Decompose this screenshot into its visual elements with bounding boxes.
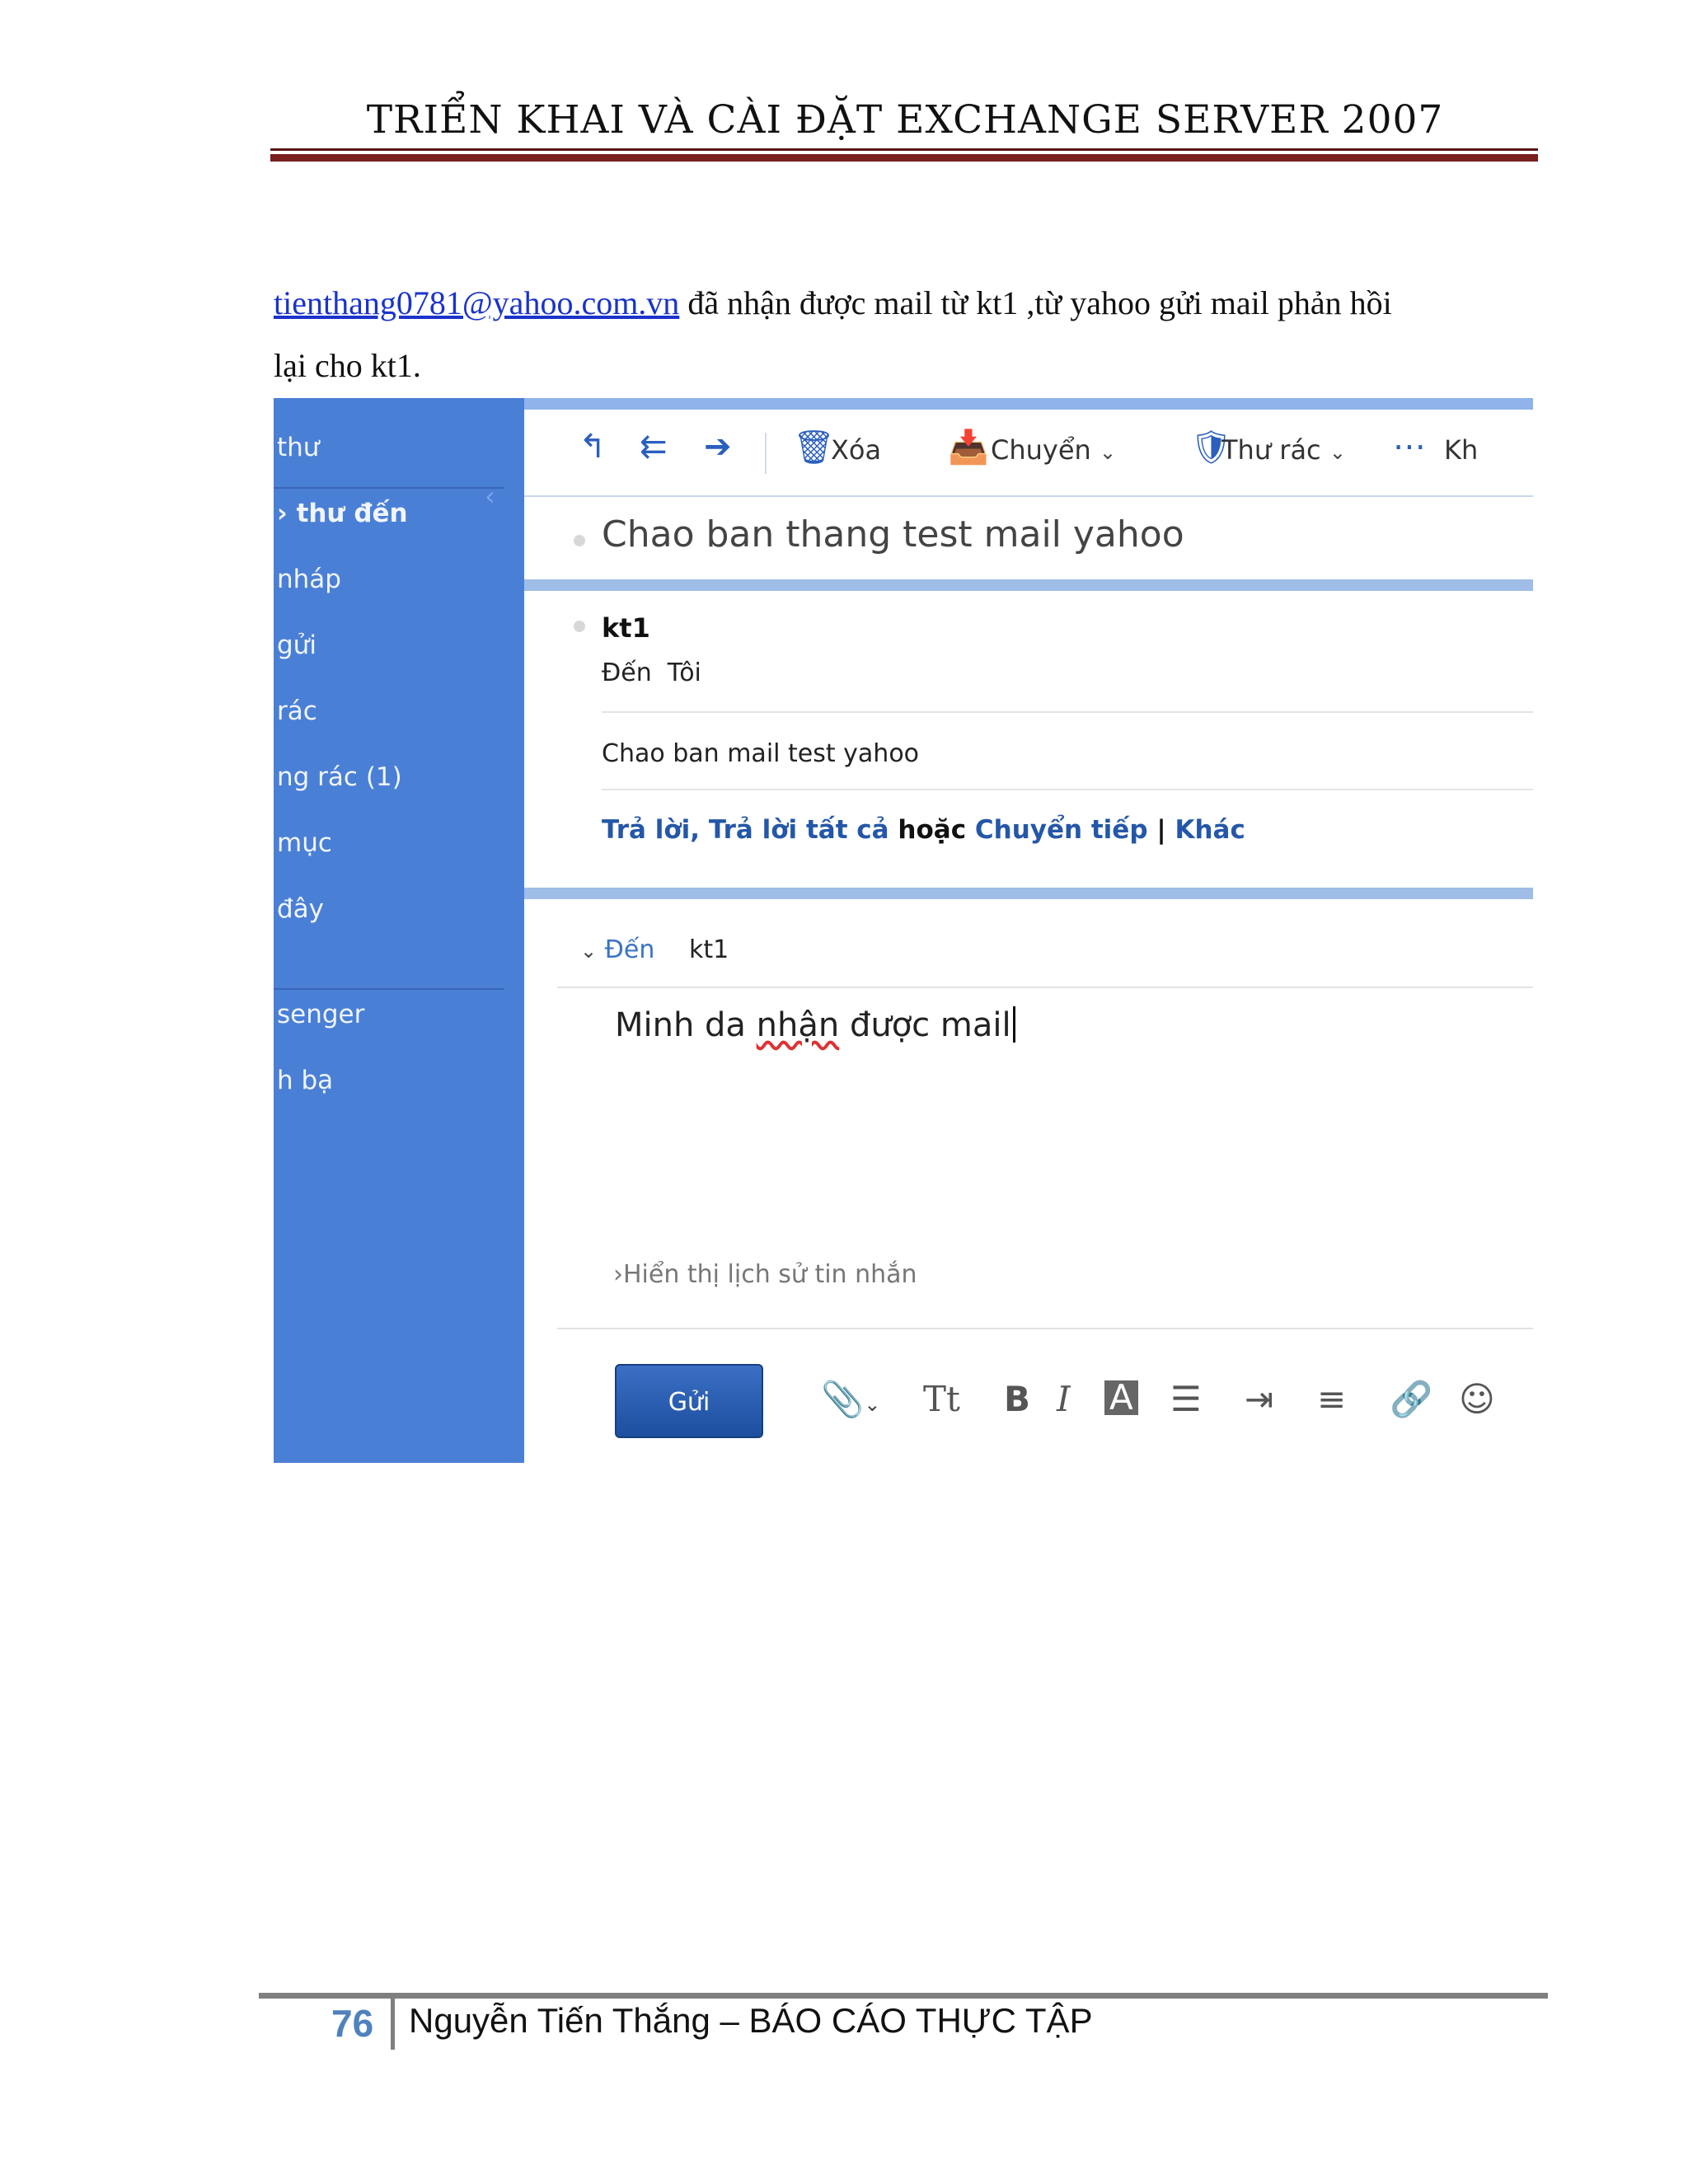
or-text: hoặc [898, 815, 967, 845]
reply-all-icon[interactable]: ⇇ [640, 428, 668, 466]
footer-text: Nguyễn Tiến Thắng – BÁO CÁO THỰC TẬP [409, 2001, 1093, 2040]
section-band [524, 888, 1533, 899]
reply-compose: ⌄ Đến kt1 Minh da nhận được mail ›Hiển t… [524, 899, 1533, 1463]
collapse-chevron-icon[interactable]: ‹ [485, 480, 495, 512]
show-history-link[interactable]: ›Hiển thị lịch sử tin nhắn [613, 1260, 917, 1289]
more-button[interactable]: Kh [1444, 434, 1478, 466]
sidebar-item-folders[interactable]: mục [277, 828, 332, 858]
toolbar-separator [765, 433, 767, 474]
mail-screenshot: thư ‹ › thư đến nháp gửi rác ng rác (1) … [274, 398, 1533, 1463]
reply-all-link[interactable]: Trả lời tất cả [709, 815, 889, 845]
sidebar-item-compose[interactable]: thư [277, 433, 319, 462]
text-size-icon[interactable]: Tt [923, 1379, 960, 1419]
intro-paragraph: tienthang0781@yahoo.com.vn đã nhận được … [274, 272, 1535, 397]
more-icon: ⋯ [1393, 428, 1426, 466]
header-rule-thin [270, 148, 1538, 151]
sidebar-item-recent[interactable]: đây [277, 894, 324, 924]
delete-button[interactable]: Xóa [831, 434, 881, 466]
email-subject: Chao ban thang test mail yahoo [602, 513, 1184, 555]
reply-icon[interactable]: ↰ [579, 428, 607, 466]
sidebar-divider [274, 487, 504, 489]
divider [602, 711, 1533, 713]
compose-to-label: Đến [604, 935, 655, 964]
sender-name[interactable]: kt1 [602, 612, 650, 644]
move-icon: 📥 [948, 429, 989, 466]
send-button[interactable]: Gửi [615, 1364, 763, 1438]
inbox-bullet-icon: › [277, 499, 288, 528]
divider [602, 789, 1533, 790]
italic-icon[interactable]: I [1057, 1379, 1071, 1419]
page-header-title: TRIỂN KHAI VÀ CÀI ĐẶT EXCHANGE SERVER 20… [366, 97, 1444, 143]
sidebar-item-inbox[interactable]: › thư đến [277, 499, 408, 528]
page-number: 76 [331, 2002, 374, 2045]
draft-misspelled-word: nhận [756, 1006, 840, 1044]
forward-link[interactable]: Chuyển tiếp [975, 815, 1148, 845]
show-history-label: Hiển thị lịch sử tin nhắn [623, 1260, 917, 1289]
indent-icon[interactable]: ⇥ [1245, 1379, 1273, 1419]
draft-text-part2: được mail [839, 1006, 1011, 1044]
link-icon[interactable]: 🔗 [1390, 1379, 1432, 1420]
header-rule-thick [270, 154, 1538, 162]
bullet-list-icon[interactable]: ☰ [1170, 1379, 1202, 1419]
forward-icon[interactable]: ➔ [704, 428, 732, 466]
footer-rule [259, 1993, 1548, 1999]
sidebar-item-sent[interactable]: gửi [277, 630, 316, 660]
compose-to-toggle[interactable]: ⌄ Đến [580, 935, 654, 964]
unread-dot-icon [574, 535, 585, 546]
paragraph-text-line1: đã nhận được mail từ kt1 ,từ yahoo gửi m… [679, 284, 1392, 321]
spam-button-label: Thư rác [1221, 434, 1321, 466]
mail-toolbar: ↰ ⇇ ➔ 🗑 Xóa 📥 Chuyển ⌄ 🛡 Thư rác ⌄ ⋯ Kh [524, 410, 1533, 497]
divider [557, 1328, 1533, 1329]
footer-separator [391, 1999, 395, 2050]
compose-body-editor[interactable]: Minh da nhận được mail [615, 1006, 1015, 1044]
actions-separator: | [1156, 815, 1166, 845]
paragraph-text-line2: lại cho kt1. [274, 347, 421, 384]
emoji-icon[interactable]: ☺ [1459, 1379, 1495, 1419]
sidebar-item-inbox-label: thư đến [296, 499, 408, 528]
recipient-line: Đến Tôi [602, 658, 701, 687]
chevron-down-icon: ⌄ [580, 940, 598, 963]
chevron-down-icon: ⌄ [1329, 441, 1346, 464]
sender-status-dot-icon [574, 621, 585, 632]
move-button-label: Chuyển [991, 434, 1091, 466]
align-icon[interactable]: ≡ [1317, 1379, 1346, 1419]
section-band [524, 579, 1533, 591]
sidebar-item-contacts[interactable]: h bạ [277, 1066, 333, 1095]
divider [557, 987, 1533, 988]
compose-to-field[interactable]: kt1 [689, 935, 729, 964]
mail-sidebar: thư ‹ › thư đến nháp gửi rác ng rác (1) … [274, 398, 524, 1463]
message-card: kt1 Đến Tôi Chao ban mail test yahoo Trả… [524, 591, 1533, 888]
other-link[interactable]: Khác [1175, 815, 1245, 845]
subject-row: Chao ban thang test mail yahoo [524, 497, 1533, 579]
recipient-label: Đến [602, 658, 652, 687]
message-body: Chao ban mail test yahoo [602, 739, 920, 768]
chevron-down-icon: ⌄ [1099, 441, 1117, 464]
email-link[interactable]: tienthang0781@yahoo.com.vn [274, 284, 679, 321]
move-button[interactable]: Chuyển ⌄ [991, 434, 1116, 466]
trash-icon: 🗑 [793, 429, 835, 466]
sidebar-item-messenger[interactable]: senger [277, 1000, 364, 1029]
reply-link[interactable]: Trả lời, [602, 815, 700, 845]
text-caret [1012, 1006, 1015, 1043]
top-strip [524, 398, 1533, 410]
sidebar-item-drafts[interactable]: nháp [277, 565, 341, 594]
sidebar-item-trash[interactable]: rác [277, 696, 317, 726]
text-color-icon[interactable]: A [1104, 1380, 1138, 1415]
bold-icon[interactable]: B [1004, 1379, 1030, 1419]
draft-text-part1: Minh da [615, 1006, 757, 1044]
message-actions: Trả lời, Trả lời tất cả hoặc Chuyển tiếp… [602, 815, 1245, 845]
attach-icon[interactable]: 📎⌄ [821, 1379, 880, 1420]
chevron-right-icon: › [613, 1260, 623, 1289]
sidebar-divider [274, 988, 504, 990]
sidebar-item-spam[interactable]: ng rác (1) [277, 762, 402, 792]
recipient-value: Tôi [667, 658, 701, 687]
spam-button[interactable]: Thư rác ⌄ [1221, 434, 1346, 466]
chevron-down-icon: ⌄ [864, 1393, 881, 1416]
